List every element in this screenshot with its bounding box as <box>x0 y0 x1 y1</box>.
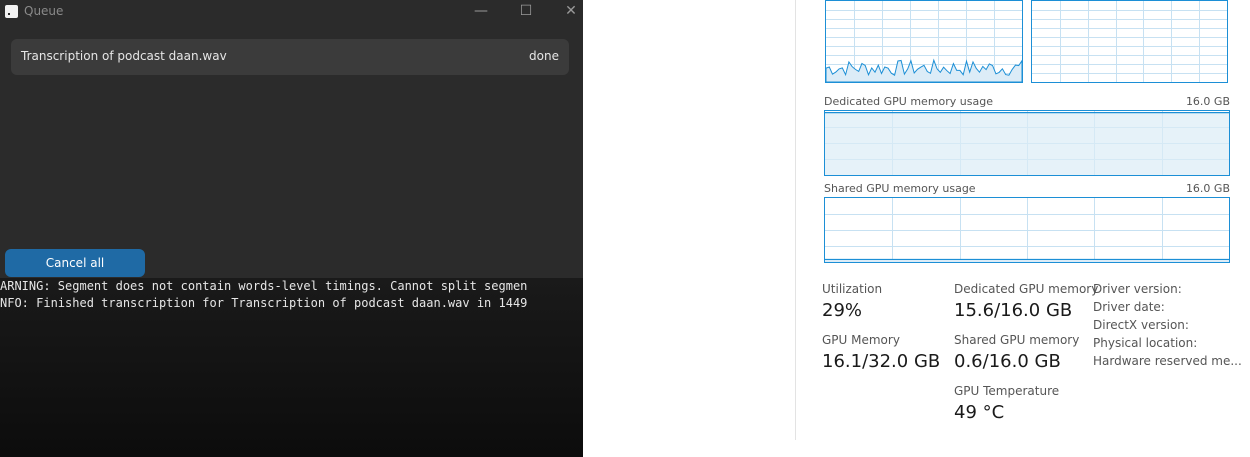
shared-memory-graph-max: 16.0 GB <box>1185 182 1230 195</box>
gpu-engine-graph-2-svg <box>1032 1 1227 82</box>
queue-item-name: Transcription of podcast daan.wav <box>21 49 227 63</box>
console-line-info: NFO: Finished transcription for Transcri… <box>0 296 528 310</box>
cancel-all-button[interactable]: Cancel all <box>5 249 145 277</box>
utilization-label: Utilization <box>822 282 883 296</box>
physical-location-label: Physical location: <box>1093 336 1198 350</box>
queue-item-status: done <box>529 49 559 63</box>
app-icon <box>5 5 18 18</box>
shared-memory-stat-label: Shared GPU memory <box>954 333 1080 347</box>
dedicated-memory-stat-value: 15.6/16.0 GB <box>954 300 1073 321</box>
gpu-memory-value: 16.1/32.0 GB <box>822 351 941 372</box>
console-line-warning: ARNING: Segment does not contain words-l… <box>0 279 528 293</box>
console-output[interactable]: ARNING: Segment does not contain words-l… <box>0 278 583 457</box>
gpu-engine-graph-2 <box>1031 0 1228 83</box>
dedicated-memory-graph-svg <box>825 111 1229 175</box>
queue-item[interactable]: Transcription of podcast daan.wav done <box>11 39 569 75</box>
shared-memory-stat-value: 0.6/16.0 GB <box>954 351 1061 372</box>
gpu-temperature-value: 49 °C <box>954 402 1005 423</box>
close-button[interactable]: ✕ <box>553 0 589 24</box>
dedicated-memory-fill <box>825 112 1229 175</box>
panel-divider <box>795 0 796 440</box>
driver-version-label: Driver version: <box>1093 282 1182 296</box>
queue-window: Queue — ☐ ✕ Transcription of podcast daa… <box>0 0 583 278</box>
gpu-engine-graph-1-svg <box>826 1 1022 82</box>
gpu-engine-graph-1 <box>825 0 1023 83</box>
dedicated-memory-graph <box>824 110 1230 176</box>
gpu-memory-label: GPU Memory <box>822 333 900 347</box>
dedicated-memory-graph-label: Dedicated GPU memory usage <box>824 95 993 108</box>
minimize-button[interactable]: — <box>463 0 499 24</box>
dedicated-memory-stat-label: Dedicated GPU memory <box>954 282 1099 296</box>
driver-date-label: Driver date: <box>1093 300 1165 314</box>
shared-memory-graph <box>824 197 1230 263</box>
hardware-reserved-label: Hardware reserved me... <box>1093 354 1242 368</box>
maximize-button[interactable]: ☐ <box>508 0 544 24</box>
title-bar[interactable]: Queue — ☐ ✕ <box>0 0 583 24</box>
shared-memory-graph-label: Shared GPU memory usage <box>824 182 976 195</box>
gpu-temperature-label: GPU Temperature <box>954 384 1060 398</box>
directx-version-label: DirectX version: <box>1093 318 1189 332</box>
gpu-engine-1-usage-area <box>826 58 1022 82</box>
utilization-value: 29% <box>822 300 863 321</box>
dedicated-memory-graph-max: 16.0 GB <box>1185 95 1230 108</box>
window-title: Queue <box>24 4 64 18</box>
shared-memory-graph-svg <box>825 198 1229 262</box>
